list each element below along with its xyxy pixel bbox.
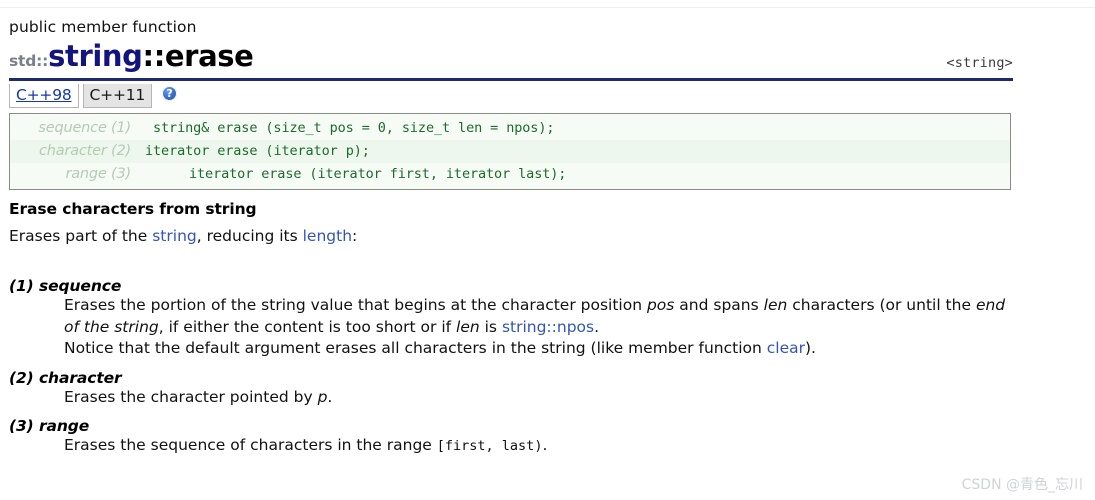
link-length[interactable]: length xyxy=(303,227,352,245)
standard-version-tabs: C++98 C++11 ? xyxy=(9,84,1013,110)
inline-text: characters (or until the xyxy=(787,296,976,314)
page-kicker: public member function xyxy=(9,18,197,36)
emphasised-term: len xyxy=(456,317,480,336)
csdn-watermark: CSDN @青色_忘川 xyxy=(961,477,1083,493)
tab-cpp98[interactable]: C++98 xyxy=(9,84,79,108)
inline-text: Notice that the default argument erases … xyxy=(64,339,767,357)
title-row: std::string::erase <string> xyxy=(9,40,1013,74)
description-heading: Erase characters from string xyxy=(9,200,257,218)
page-root: public member function std::string::eras… xyxy=(0,0,1095,500)
emphasised-term: len xyxy=(763,296,788,314)
param-term-character: (2) character xyxy=(9,368,122,387)
param-line: Erases the character pointed by p. xyxy=(64,387,1013,409)
inline-text: Erases the sequence of characters in the… xyxy=(64,436,437,454)
inline-text: . xyxy=(327,387,333,406)
title-member: ::erase xyxy=(142,39,254,73)
page-title: std::string::erase xyxy=(9,40,1013,78)
param-line: Notice that the default argument erases … xyxy=(64,338,1013,360)
param-term-range: (3) range xyxy=(9,417,90,435)
inline-link[interactable]: clear xyxy=(767,339,805,357)
inline-link[interactable]: string::npos xyxy=(502,318,594,336)
title-class: string xyxy=(48,39,143,73)
title-divider xyxy=(9,78,1013,81)
inline-text: . xyxy=(542,436,548,454)
emphasised-term: p xyxy=(317,387,328,406)
inline-text: and spans xyxy=(674,296,764,314)
inline-text: is xyxy=(479,317,502,336)
inline-text: Erases the character pointed by xyxy=(64,387,318,406)
signature-code: iterator erase (iterator p); xyxy=(145,143,370,159)
title-namespace: std:: xyxy=(9,52,49,70)
link-string[interactable]: string xyxy=(152,227,197,245)
content-column: public member function std::string::eras… xyxy=(9,17,1013,458)
signature-label: character (2) xyxy=(39,143,131,159)
inline-text: ). xyxy=(804,339,816,357)
lede-text-2: , reducing its xyxy=(196,227,303,245)
lede-text-3: : xyxy=(352,227,358,245)
lede-text-1: Erases part of the xyxy=(9,227,153,245)
help-question-icon[interactable]: ? xyxy=(162,86,178,101)
param-def-character: Erases the character pointed by p. xyxy=(64,387,1013,409)
param-def-range: Erases the sequence of characters in the… xyxy=(64,435,1013,458)
tab-cpp11[interactable]: C++11 xyxy=(82,84,153,108)
param-line: Erases the sequence of characters in the… xyxy=(64,435,1013,458)
signature-label: range (3) xyxy=(65,166,131,182)
description-lede: Erases part of the string, reducing its … xyxy=(9,225,1013,247)
signature-box: sequence (1) string& erase (size_t pos =… xyxy=(9,113,1011,190)
param-def-sequence: Erases the portion of the string value t… xyxy=(64,295,1013,360)
inline-code: [first, last) xyxy=(436,438,543,454)
signature-label: sequence (1) xyxy=(38,120,131,136)
param-line: Erases the portion of the string value t… xyxy=(64,295,1013,338)
signature-code: string& erase (size_t pos = 0, size_t le… xyxy=(153,120,555,136)
include-header-label: <string> xyxy=(946,55,1013,71)
inline-text: , if either the content is too short or … xyxy=(158,317,457,336)
inline-text: Erases the portion of the string value t… xyxy=(64,296,647,314)
inline-text: . xyxy=(594,317,600,336)
signature-row: character (2) iterator erase (iterator p… xyxy=(10,140,1010,163)
emphasised-term: pos xyxy=(646,296,675,314)
signature-code: iterator erase (iterator first, iterator… xyxy=(189,166,567,182)
param-term-sequence: (1) sequence xyxy=(9,277,122,295)
top-divider xyxy=(0,7,1095,8)
parameter-definitions: (1) sequence Erases the portion of the s… xyxy=(9,277,1013,458)
signature-row: sequence (1) string& erase (size_t pos =… xyxy=(10,117,1010,140)
signature-row: range (3) iterator erase (iterator first… xyxy=(10,163,1010,186)
